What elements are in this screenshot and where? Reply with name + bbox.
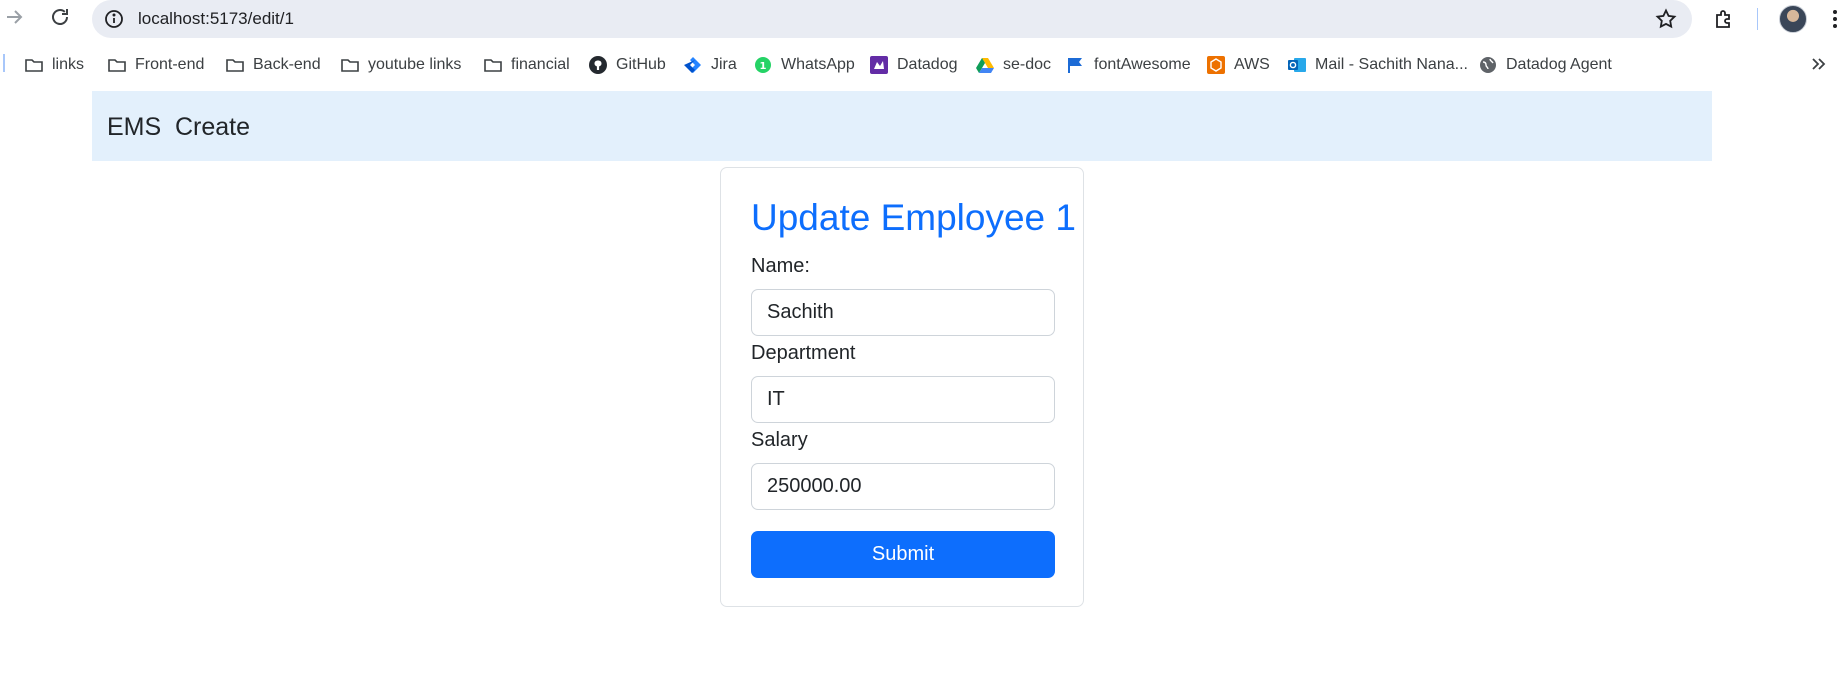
- outlook-icon: [1287, 55, 1307, 75]
- bookmark-links[interactable]: links: [24, 52, 84, 78]
- update-employee-card: Update Employee 1 Name: Department Salar…: [720, 167, 1084, 607]
- bookmark-se-doc[interactable]: se-doc: [975, 52, 1051, 78]
- url-text[interactable]: localhost:5173/edit/1: [138, 9, 294, 29]
- bookmark-label: Datadog Agent: [1506, 56, 1612, 73]
- bookmark-label: fontAwesome: [1094, 56, 1191, 73]
- bookmark-label: GitHub: [616, 56, 666, 73]
- folder-icon: [107, 55, 127, 75]
- folder-icon: [340, 55, 360, 75]
- bookmark-back-end[interactable]: Back-end: [225, 52, 321, 78]
- bookmark-whatsapp[interactable]: 1 WhatsApp: [753, 52, 855, 78]
- submit-button[interactable]: Submit: [751, 531, 1055, 578]
- address-bar[interactable]: localhost:5173/edit/1: [92, 0, 1692, 38]
- browser-toolbar: localhost:5173/edit/1: [0, 0, 1846, 38]
- bookmark-label: financial: [511, 56, 570, 73]
- bookmark-financial[interactable]: financial: [483, 52, 570, 78]
- department-input[interactable]: [751, 376, 1055, 423]
- globe-icon: [1478, 55, 1498, 75]
- kebab-menu-icon[interactable]: [1823, 7, 1846, 31]
- bookmark-label: se-doc: [1003, 56, 1052, 73]
- bookmark-label: Back-end: [253, 56, 321, 73]
- salary-input[interactable]: [751, 463, 1055, 510]
- brand-link[interactable]: EMS: [107, 113, 161, 142]
- star-icon[interactable]: [1654, 7, 1678, 31]
- create-link[interactable]: Create: [175, 113, 250, 142]
- bookmarks-bar: links Front-end Back-end youtube links f…: [0, 50, 1846, 80]
- whatsapp-icon: 1: [753, 55, 773, 75]
- github-icon: [588, 55, 608, 75]
- app-navbar: EMS Create: [92, 91, 1712, 161]
- bookmark-label: AWS: [1234, 56, 1270, 73]
- bookmark-mail[interactable]: Mail - Sachith Nana...: [1287, 52, 1468, 78]
- department-label: Department: [751, 342, 856, 364]
- folder-icon: [483, 55, 503, 75]
- toolbar-divider: [1757, 8, 1758, 30]
- bookmark-datadog[interactable]: Datadog: [869, 52, 958, 78]
- form-title: Update Employee 1: [751, 197, 1076, 238]
- profile-avatar[interactable]: [1779, 5, 1807, 33]
- bookmark-label: youtube links: [368, 56, 462, 73]
- bookmarks-divider: [3, 54, 5, 72]
- chevron-double-right-icon[interactable]: [1808, 54, 1828, 74]
- bookmark-github[interactable]: GitHub: [588, 52, 666, 78]
- bookmark-label: Mail - Sachith Nana...: [1315, 56, 1468, 73]
- jira-icon: [683, 55, 703, 75]
- datadog-icon: [869, 55, 889, 75]
- bookmark-front-end[interactable]: Front-end: [107, 52, 204, 78]
- arrow-right-icon[interactable]: [2, 5, 26, 29]
- puzzle-icon[interactable]: [1712, 7, 1736, 31]
- site-info-icon[interactable]: [102, 7, 126, 31]
- flag-icon: [1066, 55, 1086, 75]
- bookmark-fontawesome[interactable]: fontAwesome: [1066, 52, 1191, 78]
- bookmark-jira[interactable]: Jira: [683, 52, 737, 78]
- aws-icon: [1206, 55, 1226, 75]
- google-drive-icon: [975, 55, 995, 75]
- bookmark-label: Jira: [711, 56, 737, 73]
- bookmark-label: Datadog: [897, 56, 958, 73]
- name-input[interactable]: [751, 289, 1055, 336]
- reload-icon[interactable]: [48, 5, 72, 29]
- bookmark-aws[interactable]: AWS: [1206, 52, 1270, 78]
- bookmark-label: Front-end: [135, 56, 205, 73]
- bookmark-label: links: [52, 56, 85, 73]
- name-label: Name:: [751, 255, 810, 277]
- folder-icon: [24, 55, 44, 75]
- bookmark-datadog-agent[interactable]: Datadog Agent: [1478, 52, 1612, 78]
- svg-text:1: 1: [760, 61, 767, 72]
- salary-label: Salary: [751, 429, 808, 451]
- bookmark-youtube-links[interactable]: youtube links: [340, 52, 461, 78]
- folder-icon: [225, 55, 245, 75]
- bookmark-label: WhatsApp: [781, 56, 855, 73]
